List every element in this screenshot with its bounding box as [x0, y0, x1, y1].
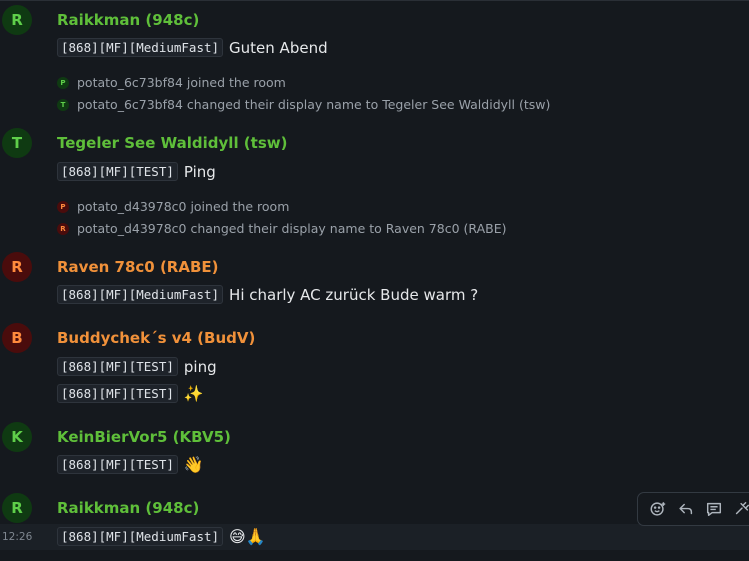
- event-avatar[interactable]: P: [57, 200, 69, 213]
- message-text: ping: [183, 357, 217, 376]
- message-body: [868][MF][MediumFast] 😅🙏: [57, 527, 266, 546]
- sender-name[interactable]: Buddychek´s v4 (BudV): [57, 329, 255, 347]
- message-body: [868][MF][TEST] ping: [57, 357, 217, 376]
- message-text: Hi charly AC zurück Bude warm ?: [229, 285, 479, 304]
- add-reaction-button[interactable]: [644, 495, 672, 523]
- message-text: Guten Abend: [229, 38, 328, 57]
- thread-button[interactable]: [700, 495, 728, 523]
- avatar[interactable]: R: [2, 493, 32, 523]
- event-avatar[interactable]: P: [57, 76, 69, 89]
- membership-event: P potato_d43978c0 joined the room: [57, 199, 289, 214]
- thread-icon: [706, 502, 722, 517]
- options-icon: [735, 501, 749, 515]
- avatar[interactable]: R: [2, 252, 32, 282]
- message-tag: [868][MF][TEST]: [57, 455, 178, 474]
- reply-icon: [679, 503, 693, 515]
- waving-hand-emoji: 👋: [183, 454, 204, 474]
- membership-event: T potato_6c73bf84 changed their display …: [57, 97, 550, 112]
- sender-name[interactable]: Tegeler See Waldidyll (tsw): [57, 134, 287, 152]
- message-tag: [868][MF][TEST]: [57, 357, 178, 376]
- options-button[interactable]: [728, 495, 749, 523]
- avatar[interactable]: B: [2, 323, 32, 353]
- message-body: [868][MF][TEST] 👋: [57, 455, 204, 474]
- add-reaction-icon: [650, 502, 666, 516]
- emoji-text: 😅🙏: [229, 526, 266, 546]
- message-timeline: R Raikkman (948c) [868][MF][MediumFast] …: [0, 0, 749, 561]
- event-text: potato_6c73bf84 joined the room: [77, 75, 286, 90]
- membership-event: P potato_6c73bf84 joined the room: [57, 75, 286, 90]
- message-action-bar: [637, 492, 749, 526]
- event-avatar[interactable]: T: [57, 98, 69, 111]
- message-tag: [868][MF][MediumFast]: [57, 285, 224, 304]
- message-timestamp[interactable]: 12:26: [2, 531, 32, 543]
- avatar[interactable]: T: [2, 128, 32, 158]
- sparkles-emoji: ✨: [183, 383, 204, 403]
- sender-name[interactable]: Raikkman (948c): [57, 11, 199, 29]
- membership-event: R potato_d43978c0 changed their display …: [57, 221, 506, 236]
- reply-button[interactable]: [672, 495, 700, 523]
- event-text: potato_d43978c0 joined the room: [77, 199, 290, 214]
- message-tag: [868][MF][TEST]: [57, 162, 178, 181]
- message-tag: [868][MF][TEST]: [57, 384, 178, 403]
- sender-name[interactable]: KeinBierVor5 (KBV5): [57, 428, 231, 446]
- message-body: [868][MF][MediumFast] Guten Abend: [57, 38, 328, 57]
- message-body: [868][MF][TEST] ✨: [57, 384, 204, 403]
- event-text: potato_6c73bf84 changed their display na…: [77, 97, 551, 112]
- event-avatar[interactable]: R: [57, 222, 69, 235]
- message-tag: [868][MF][MediumFast]: [57, 527, 224, 546]
- message-body: [868][MF][TEST] Ping: [57, 162, 216, 181]
- message-text: Ping: [183, 162, 216, 181]
- message-body: [868][MF][MediumFast] Hi charly AC zurüc…: [57, 285, 478, 304]
- event-text: potato_d43978c0 changed their display na…: [77, 221, 507, 236]
- sender-name[interactable]: Raikkman (948c): [57, 499, 199, 517]
- avatar[interactable]: R: [2, 5, 32, 35]
- sender-name[interactable]: Raven 78c0 (RABE): [57, 258, 219, 276]
- message-tag: [868][MF][MediumFast]: [57, 38, 224, 57]
- avatar[interactable]: K: [2, 422, 32, 452]
